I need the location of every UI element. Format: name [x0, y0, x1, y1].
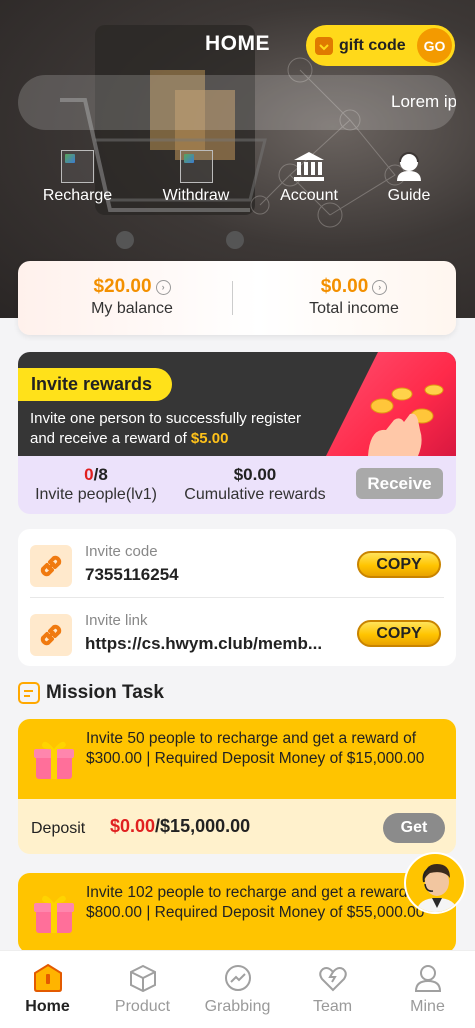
support-agent-icon: [397, 152, 421, 181]
invite-link-label: Invite link: [85, 612, 148, 629]
task-description: Invite 102 people to recharge and get a …: [86, 884, 425, 921]
nav-mine[interactable]: Mine: [380, 951, 475, 1028]
recharge-button[interactable]: Recharge: [40, 148, 115, 205]
customer-service-button[interactable]: [404, 852, 466, 914]
user-icon: [414, 965, 441, 992]
invite-info-card: Invite code 7355116254 COPY Invite link …: [18, 529, 456, 666]
chevron-right-icon: ›: [372, 279, 388, 295]
nav-grabbing-label: Grabbing: [204, 998, 271, 1015]
nav-mine-label: Mine: [410, 998, 445, 1015]
trend-icon: [224, 965, 251, 991]
home-icon: [33, 963, 62, 992]
desc-line-2: and receive a reward of: [30, 430, 191, 447]
invite-people-stat: 0/8 Invite people(lv1): [26, 465, 166, 504]
nav-product[interactable]: Product: [95, 951, 190, 1028]
withdraw-label: Withdraw: [162, 187, 230, 204]
my-balance-label: My balance: [91, 300, 173, 317]
go-button[interactable]: GO: [417, 28, 452, 63]
account-button[interactable]: Account: [273, 148, 345, 205]
mission-task-card: Invite 50 people to recharge and get a r…: [18, 719, 456, 854]
guide-label: Guide: [387, 187, 431, 204]
invite-code-label: Invite code: [85, 543, 158, 560]
recharge-label: Recharge: [42, 187, 113, 204]
broken-image-icon: [179, 149, 213, 183]
team-icon: [318, 967, 347, 992]
invite-rewards-title: Invite rewards: [18, 368, 173, 401]
total-income-value: $0.00: [320, 276, 369, 297]
task-list-icon: [18, 682, 40, 704]
nav-team-label: Team: [312, 998, 353, 1015]
invite-link-value: https://cs.hwym.club/memb...: [85, 634, 323, 653]
total-income-label: Total income: [309, 300, 399, 317]
guide-button[interactable]: Guide: [382, 148, 436, 205]
gift-code-button[interactable]: gift code GO: [306, 25, 455, 66]
bottom-nav: Home Product Grabbing Team Mine: [0, 950, 475, 1028]
nav-team[interactable]: Team: [285, 951, 380, 1028]
coins-hand-illustration: [368, 384, 444, 456]
gift-code-label: gift code: [339, 36, 406, 54]
box-icon: [129, 964, 156, 993]
invite-people-label: Invite people(lv1): [35, 486, 157, 503]
copy-code-button[interactable]: COPY: [357, 551, 441, 578]
receive-button[interactable]: Receive: [356, 468, 443, 499]
deposit-label: Deposit: [31, 820, 86, 837]
chevron-right-icon: ›: [155, 279, 171, 295]
notice-marquee: Lorem ip: [18, 75, 456, 130]
invite-code-row: Invite code 7355116254 COPY: [30, 537, 444, 593]
invite-code-value: 7355116254: [85, 565, 179, 584]
invite-rewards-card: Invite rewards Invite one person to succ…: [18, 352, 456, 514]
deposit-current: $0.00: [110, 816, 156, 836]
cumulative-label: Cumulative rewards: [184, 486, 326, 503]
get-reward-button[interactable]: Get: [383, 813, 445, 843]
my-balance-value: $20.00: [93, 276, 152, 297]
balance-card: $20.00 › My balance $0.00 › Total income: [18, 261, 456, 335]
deposit-target: /$15,000.00: [155, 816, 251, 836]
copy-link-button[interactable]: COPY: [357, 620, 441, 647]
nav-product-label: Product: [114, 998, 171, 1015]
task-description: Invite 50 people to recharge and get a r…: [86, 730, 425, 767]
deposit-progress: $0.00/$15,000.00: [110, 816, 250, 837]
gift-box-icon: [34, 895, 74, 933]
invite-link-row: Invite link https://cs.hwym.club/memb...…: [30, 606, 444, 662]
link-icon: [30, 545, 72, 587]
total-income[interactable]: $0.00 › Total income: [254, 276, 454, 318]
gift-box-icon: [34, 741, 74, 779]
cumulative-rewards-stat: $0.00 Cumulative rewards: [180, 465, 330, 504]
cumulative-value: $0.00: [233, 465, 277, 484]
divider: [232, 281, 233, 315]
invite-total: /8: [93, 465, 108, 484]
gift-icon: [315, 36, 333, 55]
account-label: Account: [280, 187, 338, 204]
marquee-text: Lorem ip: [391, 92, 456, 111]
nav-home-label: Home: [25, 998, 70, 1015]
nav-home[interactable]: Home: [0, 951, 95, 1028]
invite-rewards-description: Invite one person to successfully regist…: [30, 409, 301, 449]
nav-grabbing[interactable]: Grabbing: [190, 951, 285, 1028]
mission-section-header: Mission Task: [18, 682, 164, 704]
mission-task-card: Invite 102 people to recharge and get a …: [18, 873, 456, 953]
invite-current: 0: [84, 465, 94, 484]
withdraw-button[interactable]: Withdraw: [158, 148, 234, 205]
reward-amount: $5.00: [190, 430, 229, 447]
broken-image-icon: [61, 149, 94, 183]
link-icon: [30, 614, 72, 656]
my-balance[interactable]: $20.00 › My balance: [32, 276, 232, 318]
bank-icon: [294, 152, 324, 181]
mission-title: Mission Task: [46, 682, 164, 703]
divider: [30, 597, 444, 598]
customer-service-avatar-icon: [416, 864, 458, 912]
desc-line-1: Invite one person to successfully regist…: [30, 410, 301, 427]
